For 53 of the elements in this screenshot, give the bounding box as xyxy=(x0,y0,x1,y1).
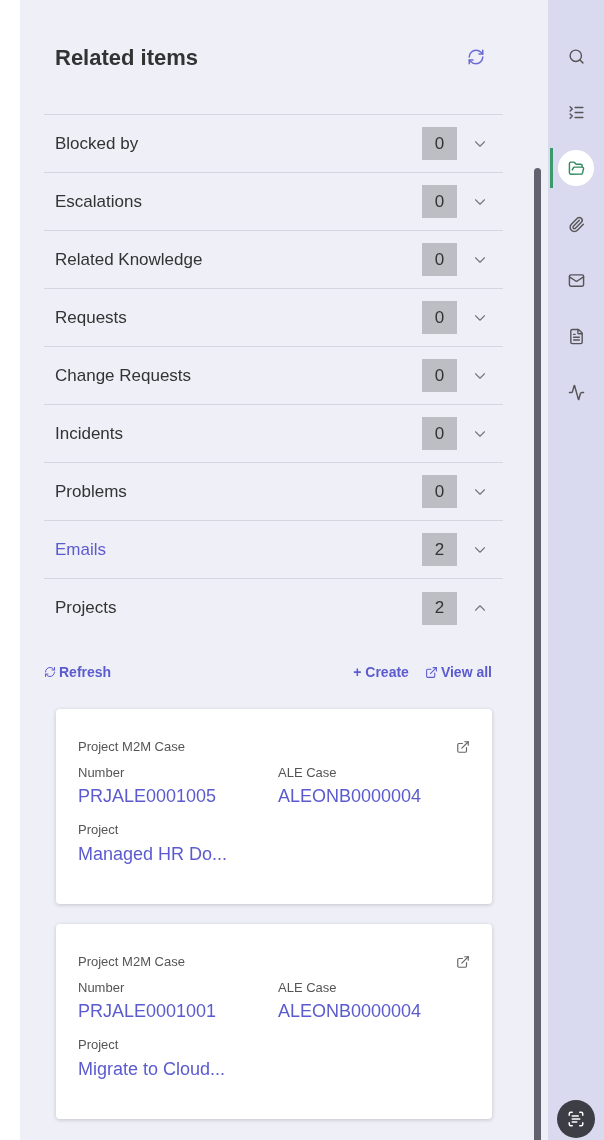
external-link-icon xyxy=(424,665,438,679)
folder-icon xyxy=(567,159,585,177)
count-badge: 0 xyxy=(422,301,457,334)
section-header[interactable]: Related Knowledge 0 xyxy=(44,231,503,289)
record-link[interactable]: ALEONB0000004 xyxy=(278,997,422,1025)
refresh-icon xyxy=(44,666,56,678)
record-link[interactable]: PRJALE0001001 xyxy=(78,997,217,1025)
count-badge: 0 xyxy=(422,127,457,160)
section-header[interactable]: Requests 0 xyxy=(44,289,503,347)
count-badge: 2 xyxy=(422,591,457,625)
section-header[interactable]: Escalations 0 xyxy=(44,173,503,231)
section-header[interactable]: Change Requests 0 xyxy=(44,347,503,405)
count-badge: 0 xyxy=(422,185,457,218)
panel-title: Related items xyxy=(55,43,199,72)
record-link[interactable]: ALEONB0000004 xyxy=(278,782,422,810)
section-header[interactable]: Problems 0 xyxy=(44,463,503,521)
record-link[interactable]: Managed HR Do... xyxy=(78,839,228,868)
section-header[interactable]: Incidents 0 xyxy=(44,405,503,463)
section-header[interactable]: Emails 2 xyxy=(44,521,503,579)
count-badge: 2 xyxy=(422,533,457,566)
count-badge: 0 xyxy=(422,359,457,392)
document-icon xyxy=(567,327,585,345)
field-label: Number xyxy=(78,763,125,782)
active-indicator xyxy=(550,148,553,188)
field-label: Project xyxy=(78,1036,119,1054)
count-badge: 0 xyxy=(422,417,457,450)
scan-text-icon xyxy=(567,1110,585,1128)
count-badge: 0 xyxy=(422,243,457,276)
field-label: Number xyxy=(78,978,125,997)
external-link-icon[interactable] xyxy=(456,739,470,754)
field-label: ALE Case xyxy=(278,763,337,782)
count-badge: 0 xyxy=(422,475,457,508)
rail-button[interactable] xyxy=(558,150,594,186)
scrollbar[interactable] xyxy=(534,168,541,1140)
list-icon xyxy=(567,103,585,121)
pulse-icon xyxy=(567,383,585,401)
envelope-icon xyxy=(567,271,585,289)
field-label: Project xyxy=(78,821,119,839)
refresh-icon[interactable] xyxy=(467,48,485,66)
view-all-button[interactable]: View all xyxy=(424,661,492,683)
paperclip-icon xyxy=(567,215,585,233)
create-button[interactable]: + Create xyxy=(353,661,409,683)
record-type: Project M2M Case xyxy=(78,953,185,971)
external-link-icon[interactable] xyxy=(456,954,470,969)
search-icon xyxy=(567,47,585,65)
record-link[interactable]: Migrate to Cloud... xyxy=(78,1054,226,1083)
record-link[interactable]: PRJALE0001005 xyxy=(78,782,217,810)
field-label: ALE Case xyxy=(278,978,337,997)
refresh-button[interactable]: Refresh xyxy=(44,661,112,683)
section-header[interactable]: Projects 2 xyxy=(44,579,503,637)
section-header[interactable]: Blocked by 0 xyxy=(44,115,503,173)
scan-button[interactable] xyxy=(557,1100,595,1138)
record-type: Project M2M Case xyxy=(78,738,185,756)
